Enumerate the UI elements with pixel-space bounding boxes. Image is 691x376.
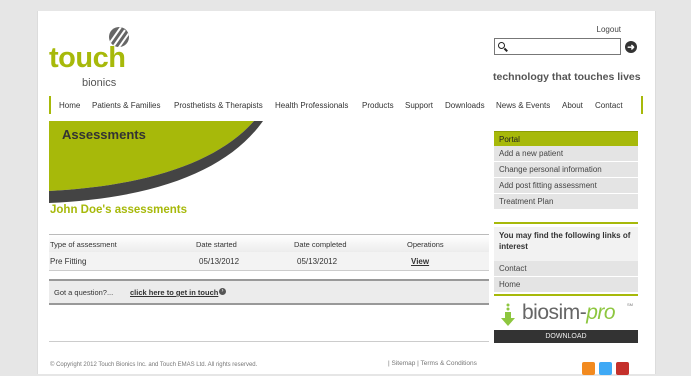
touch-bionics-logo[interactable]: touch bionics xyxy=(49,19,139,89)
sidebar-item-label: Add post fitting assessment xyxy=(499,181,597,190)
nav-item-home[interactable]: Home xyxy=(59,101,80,110)
sidebar-divider xyxy=(494,294,638,296)
sidebar-item-label: Home xyxy=(499,280,521,289)
sidebar-item-label: Add a new patient xyxy=(499,149,564,158)
footer-links[interactable]: | Sitemap | Terms & Conditions xyxy=(388,360,477,367)
page-title: Assessments xyxy=(62,127,146,142)
table-header-row: Type of assessment Date started Date com… xyxy=(49,234,489,253)
cell-assessment-type: Pre Fitting xyxy=(50,257,87,266)
logo-subtext: bionics xyxy=(82,77,117,89)
assessments-banner: Assessments xyxy=(49,121,488,203)
twitter-icon[interactable] xyxy=(599,362,612,375)
table-row: Pre Fitting 05/13/2012 05/13/2012 View xyxy=(49,252,489,271)
portal-title: Portal xyxy=(499,135,520,144)
nav-item-about[interactable]: About xyxy=(562,101,583,110)
question-text: Got a question?... xyxy=(54,288,114,297)
biosim-logo: biosim-pro xyxy=(522,301,616,324)
main-nav: Home Patients & Families Prosthetists & … xyxy=(49,96,643,114)
nav-item-support[interactable]: Support xyxy=(405,101,433,110)
sidebar-item-add-patient[interactable]: Add a new patient xyxy=(494,146,638,162)
links-of-interest-title: You may find the following links of inte… xyxy=(499,231,631,251)
assessments-heading: John Doe's assessments xyxy=(50,204,187,216)
sidebar-item-post-fitting[interactable]: Add post fitting assessment xyxy=(494,178,638,194)
logout-link[interactable]: Logout xyxy=(597,25,621,34)
sidebar-item-contact[interactable]: Contact xyxy=(494,261,638,277)
column-header-date-started: Date started xyxy=(196,240,237,249)
nav-item-prosthetists-therapists[interactable]: Prosthetists & Therapists xyxy=(174,101,263,110)
sidebar-item-label: Treatment Plan xyxy=(499,197,554,206)
copyright-text: © Copyright 2012 Touch Bionics Inc. and … xyxy=(50,362,258,368)
biosim-service-mark: SM xyxy=(627,302,633,307)
portal-header: Portal xyxy=(494,131,638,146)
biosim-name: biosim xyxy=(522,301,580,324)
page: touch bionics Logout ➜ technology that t… xyxy=(37,11,656,375)
sidebar-item-label: Contact xyxy=(499,264,527,273)
arrow-right-circle-icon[interactable]: ➜ xyxy=(625,41,637,53)
contact-question-bar: Got a question?... click here to get in … xyxy=(49,279,489,305)
column-header-operations: Operations xyxy=(407,240,444,249)
nav-item-downloads[interactable]: Downloads xyxy=(445,101,485,110)
nav-item-news-events[interactable]: News & Events xyxy=(496,101,550,110)
nav-item-products[interactable]: Products xyxy=(362,101,394,110)
download-arrow-icon xyxy=(501,303,515,326)
search-icon xyxy=(498,42,505,49)
search-input[interactable] xyxy=(494,38,621,55)
biosim-suffix: pro xyxy=(586,301,616,324)
get-in-touch-link[interactable]: click here to get in touch xyxy=(130,288,218,297)
sidebar-item-treatment-plan[interactable]: Treatment Plan xyxy=(494,194,638,210)
footer-divider xyxy=(49,341,489,342)
download-button[interactable]: DOWNLOAD xyxy=(494,330,638,343)
nav-item-patients-families[interactable]: Patients & Families xyxy=(92,101,160,110)
nav-item-health-professionals[interactable]: Health Professionals xyxy=(275,101,348,110)
arrow-right-circle-icon[interactable]: › xyxy=(219,288,226,295)
nav-item-contact[interactable]: Contact xyxy=(595,101,623,110)
sidebar-item-change-info[interactable]: Change personal information xyxy=(494,162,638,178)
sidebar-item-home[interactable]: Home xyxy=(494,277,638,293)
rss-icon[interactable] xyxy=(582,362,595,375)
column-header-date-completed: Date completed xyxy=(294,240,347,249)
cell-date-started: 05/13/2012 xyxy=(199,257,240,266)
youtube-icon[interactable] xyxy=(616,362,629,375)
cell-date-completed: 05/13/2012 xyxy=(297,257,338,266)
sidebar-item-label: Change personal information xyxy=(499,165,602,174)
sidebar-divider xyxy=(494,222,638,224)
view-link[interactable]: View xyxy=(411,257,429,266)
column-header-type: Type of assessment xyxy=(50,240,117,249)
tagline: technology that touches lives xyxy=(493,71,641,83)
logo-text: touch xyxy=(49,42,126,74)
biosim-pro-banner[interactable]: biosim-pro SM DOWNLOAD xyxy=(494,298,638,343)
